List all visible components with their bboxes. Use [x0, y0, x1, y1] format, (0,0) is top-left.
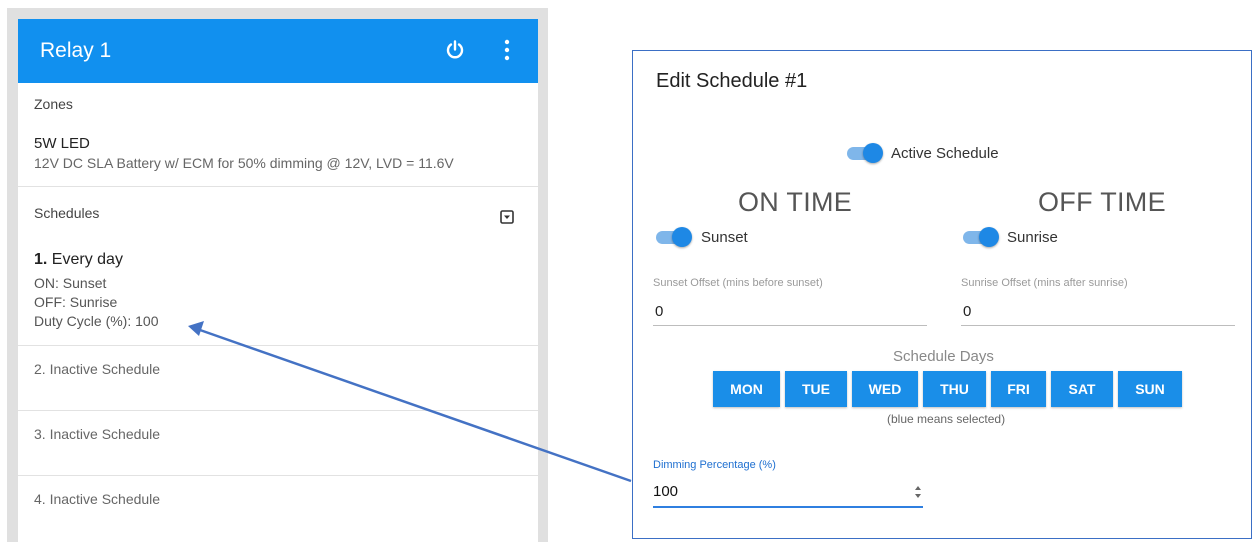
sunset-offset-underline — [653, 325, 927, 326]
schedule-item-1[interactable]: 1. Every day ON: Sunset OFF: Sunrise Dut… — [18, 239, 538, 345]
days-note: (blue means selected) — [887, 412, 1006, 426]
schedule-1-off: OFF: Sunrise — [34, 294, 118, 310]
schedule-item-2[interactable]: 2. Inactive Schedule — [18, 346, 538, 410]
schedule-1-on: ON: Sunset — [34, 275, 107, 291]
active-schedule-label: Active Schedule — [891, 145, 999, 162]
schedule-item-4[interactable]: 4. Inactive Schedule — [18, 476, 538, 540]
schedule-4-label: 4. Inactive Schedule — [34, 491, 161, 507]
dimming-label: Dimming Percentage (%) — [653, 459, 776, 471]
zones-title: Zones — [34, 96, 73, 112]
relay-card: Relay 1 Zones 5W LED 12V DC SLA Battery … — [18, 19, 538, 542]
day-button-sat[interactable]: SAT — [1051, 371, 1113, 407]
schedules-title: Schedules — [34, 205, 100, 221]
zone-name: 5W LED — [34, 135, 90, 152]
on-time-heading: ON TIME — [738, 187, 853, 217]
sunrise-offset-label: Sunrise Offset (mins after sunrise) — [961, 277, 1128, 289]
day-button-fri[interactable]: FRI — [991, 371, 1046, 407]
schedule-3-label: 3. Inactive Schedule — [34, 426, 161, 442]
sunrise-offset-underline — [961, 325, 1235, 326]
off-time-heading: OFF TIME — [1038, 187, 1166, 217]
day-button-tue[interactable]: TUE — [785, 371, 847, 407]
sunrise-offset-input[interactable]: 0 — [963, 303, 971, 320]
relay-card-frame: Relay 1 Zones 5W LED 12V DC SLA Battery … — [7, 8, 548, 542]
schedule-days-title: Schedule Days — [893, 348, 994, 365]
dimming-input[interactable]: 100 — [653, 483, 919, 503]
day-button-thu[interactable]: THU — [923, 371, 986, 407]
day-button-mon[interactable]: MON — [713, 371, 780, 407]
stepper-icon[interactable] — [914, 485, 922, 499]
dimming-underline — [653, 506, 923, 508]
active-schedule-toggle[interactable] — [847, 142, 883, 164]
sunrise-toggle[interactable] — [963, 226, 999, 248]
toggle-knob — [672, 227, 692, 247]
relay-title: Relay 1 — [40, 39, 112, 62]
sunset-offset-label: Sunset Offset (mins before sunset) — [653, 277, 823, 289]
dropdown-icon[interactable] — [500, 210, 514, 224]
schedule-2-label: 2. Inactive Schedule — [34, 361, 161, 377]
schedule-1-title: 1. Every day — [34, 251, 123, 269]
day-button-wed[interactable]: WED — [852, 371, 918, 407]
divider — [18, 186, 538, 187]
zone-description: 12V DC SLA Battery w/ ECM for 50% dimmin… — [34, 155, 454, 171]
sunset-offset-input[interactable]: 0 — [655, 303, 663, 320]
toggle-knob — [979, 227, 999, 247]
sunset-toggle[interactable] — [656, 226, 692, 248]
schedule-1-name: Every day — [51, 251, 123, 268]
edit-title: Edit Schedule #1 — [656, 70, 808, 92]
day-button-sun[interactable]: SUN — [1118, 371, 1182, 407]
schedule-1-number: 1. — [34, 251, 48, 268]
toggle-knob — [863, 143, 883, 163]
edit-schedule-panel: Edit Schedule #1 Active Schedule ON TIME… — [632, 50, 1252, 539]
relay-header: Relay 1 — [18, 19, 538, 83]
schedule-item-3[interactable]: 3. Inactive Schedule — [18, 411, 538, 475]
sunrise-label: Sunrise — [1007, 229, 1058, 246]
sunset-label: Sunset — [701, 229, 748, 246]
power-icon[interactable] — [445, 40, 465, 60]
kebab-menu-icon[interactable] — [503, 39, 511, 61]
schedule-1-duty: Duty Cycle (%): 100 — [34, 313, 159, 329]
